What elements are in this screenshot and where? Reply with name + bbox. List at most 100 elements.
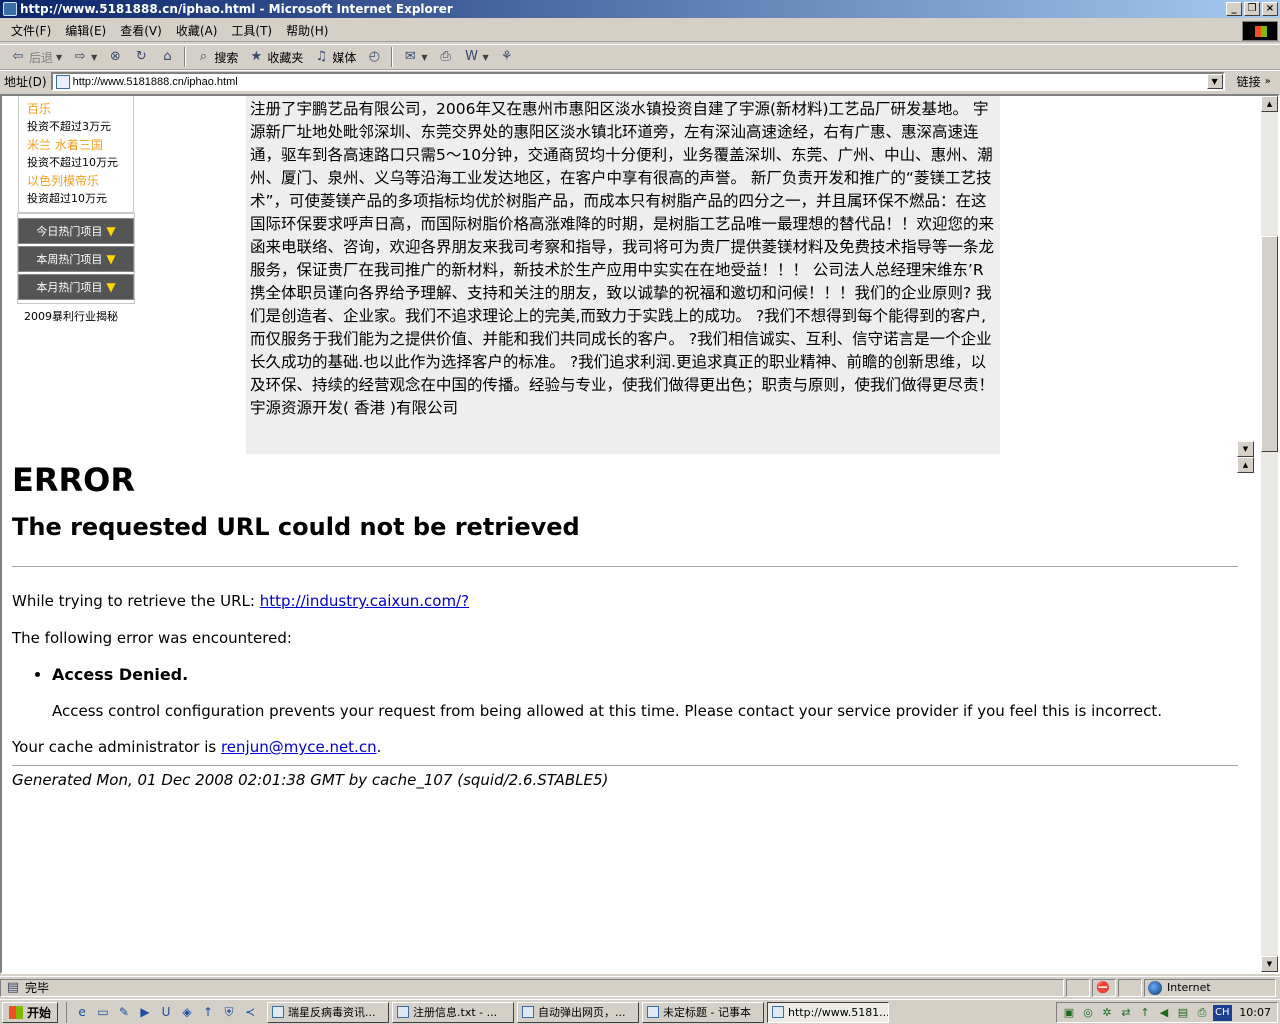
task-button[interactable]: 注册信息.txt - ...: [392, 1001, 515, 1023]
links-label[interactable]: 链接: [1237, 73, 1261, 90]
mail-dropdown-icon[interactable]: ▼: [421, 53, 427, 62]
toolbar-separator: [391, 47, 394, 67]
stop-icon: ⊗: [109, 49, 121, 64]
menu-edit[interactable]: 编辑(E): [58, 21, 113, 41]
print-icon: ⎙: [440, 49, 451, 64]
hot-week-button[interactable]: 本周热门项目 ▼: [18, 246, 134, 272]
popup-blocked-icon[interactable]: ⛔: [1092, 978, 1116, 997]
favorites-button[interactable]: ★ 收藏夹: [244, 46, 307, 68]
task-button-active[interactable]: http://www.5181...: [767, 1001, 890, 1023]
investment-range: 投资不超过10万元: [27, 156, 118, 169]
windows-flag-icon: [9, 1005, 23, 1019]
volume-icon[interactable]: ◀: [1156, 1005, 1172, 1021]
restore-button[interactable]: ❐: [1244, 2, 1260, 16]
investment-link[interactable]: 米兰 水着三国: [27, 136, 133, 154]
back-dropdown-icon[interactable]: ▼: [56, 53, 62, 62]
access-denied: Access Denied.: [52, 665, 1238, 685]
ie-quicklaunch-icon[interactable]: e: [73, 1003, 91, 1021]
history-button[interactable]: ◴: [362, 46, 386, 68]
hot-today-button[interactable]: 今日热门项目 ▼: [18, 218, 134, 244]
investment-list: 百乐 投资不超过3万元 米兰 水着三国 投资不超过10万元 以色列模帝乐 投资超…: [18, 96, 134, 213]
monitor-icon[interactable]: ▤: [1175, 1005, 1191, 1021]
edit-dropdown-icon[interactable]: ▼: [483, 53, 489, 62]
forward-dropdown-icon[interactable]: ▼: [91, 53, 97, 62]
notepad-icon: [647, 1006, 660, 1018]
forward-button[interactable]: ⇨ ▼: [68, 46, 101, 68]
minimize-button[interactable]: _: [1226, 2, 1242, 16]
menu-help[interactable]: 帮助(H): [279, 21, 335, 41]
investment-link[interactable]: 百乐: [27, 100, 133, 118]
close-button[interactable]: ×: [1262, 2, 1278, 16]
back-arrow-icon: ⇦: [12, 49, 24, 64]
links-chevron-icon[interactable]: »: [1265, 76, 1271, 87]
task-button[interactable]: 未定标题 - 记事本: [642, 1001, 765, 1023]
security-icon[interactable]: ⛨: [220, 1003, 238, 1021]
home-icon: ⌂: [163, 49, 172, 64]
hot-month-button[interactable]: 本月热门项目 ▼: [18, 274, 134, 300]
upload-tray-icon[interactable]: ↑: [1137, 1005, 1153, 1021]
start-button[interactable]: 开始: [2, 1001, 59, 1023]
company-text: 注册了宇鹏艺品有限公司，2006年又在惠州市惠阳区淡水镇投资自建了宇源(新材料)…: [250, 100, 995, 417]
generated-line: Generated Mon, 01 Dec 2008 02:01:38 GMT …: [12, 771, 609, 789]
network-icon[interactable]: ▣: [1061, 1005, 1077, 1021]
notepad-icon[interactable]: ✎: [115, 1003, 133, 1021]
address-url[interactable]: http://www.5181888.cn/iphao.html: [73, 76, 238, 88]
address-input[interactable]: http://www.5181888.cn/iphao.html ▼: [50, 72, 1225, 91]
error-list: Access Denied.: [12, 665, 1238, 685]
inner-frame-scrollbar[interactable]: ▼ ▲: [1237, 441, 1254, 474]
status-blank: [1066, 978, 1090, 997]
scroll-up-icon[interactable]: ▲: [1261, 96, 1278, 112]
refresh-icon: ↻: [135, 49, 147, 64]
u-app-icon[interactable]: U: [157, 1003, 175, 1021]
messenger-button[interactable]: ⚘: [495, 46, 519, 68]
menu-view[interactable]: 查看(V): [113, 21, 169, 41]
system-tray: ▣ ◎ ✲ ⇄ ↑ ◀ ▤ ⎙ CH 10:07: [1056, 1002, 1278, 1023]
hot-projects: 今日热门项目 ▼ 本周热门项目 ▼ 本月热门项目 ▼: [17, 213, 135, 304]
menu-file[interactable]: 文件(F): [4, 21, 58, 41]
scroll-up-icon[interactable]: ▲: [1237, 457, 1254, 473]
edit-button[interactable]: W ▼: [460, 46, 493, 68]
task-button[interactable]: 瑞星反病毒资讯...: [267, 1001, 390, 1023]
menu-favorites[interactable]: 收藏(A): [169, 21, 225, 41]
mail-button[interactable]: ✉ ▼: [398, 46, 431, 68]
menu-tools[interactable]: 工具(T): [224, 21, 279, 41]
printer-icon[interactable]: ⎙: [1194, 1005, 1210, 1021]
connection-icon[interactable]: ⇄: [1118, 1005, 1134, 1021]
security-zone: Internet: [1144, 978, 1276, 997]
scroll-down-icon[interactable]: ▼: [1261, 956, 1278, 972]
investment-range: 投资不超过3万元: [27, 120, 111, 133]
print-button[interactable]: ⎙: [434, 46, 458, 68]
antivirus-icon[interactable]: ◎: [1080, 1005, 1096, 1021]
refresh-button[interactable]: ↻: [129, 46, 153, 68]
scroll-down-icon[interactable]: ▼: [1237, 441, 1254, 457]
media-button[interactable]: ♫ 媒体: [309, 46, 360, 68]
upload-icon[interactable]: ↑: [199, 1003, 217, 1021]
input-language[interactable]: CH: [1213, 1004, 1232, 1021]
search-button[interactable]: ⌕ 搜索: [191, 46, 242, 68]
quick-launch: e ▭ ✎ ▶ U ◈ ↑ ⛨ ≺: [66, 1001, 259, 1023]
arrow-icon[interactable]: ≺: [241, 1003, 259, 1021]
history-icon: ◴: [368, 49, 381, 64]
investment-link[interactable]: 以色列模帝乐: [27, 172, 133, 190]
status-bar: ▤ 完毕 ⛔ Internet: [0, 976, 1280, 998]
scroll-thumb[interactable]: [1261, 236, 1278, 452]
shield-icon[interactable]: ◈: [178, 1003, 196, 1021]
task-button[interactable]: 自动弹出网页，...: [517, 1001, 640, 1023]
desktop-icon[interactable]: ▭: [94, 1003, 112, 1021]
page-scrollbar[interactable]: ▲ ▼: [1261, 96, 1278, 972]
failed-url-link[interactable]: http://industry.caixun.com/?: [260, 592, 469, 610]
home-button[interactable]: ⌂: [155, 46, 179, 68]
stop-button[interactable]: ⊗: [103, 46, 127, 68]
address-dropdown-icon[interactable]: ▼: [1206, 74, 1223, 89]
status-text-area: ▤ 完毕: [0, 978, 1064, 997]
secret-industry-link[interactable]: 2009暴利行业揭秘: [18, 308, 138, 324]
admin-email-link[interactable]: renjun@myce.net.cn: [221, 738, 377, 756]
error-subheading: The requested URL could not be retrieved: [12, 513, 580, 541]
settings-icon[interactable]: ✲: [1099, 1005, 1115, 1021]
triangle-down-icon: ▼: [106, 252, 116, 266]
error-detail: Access control configuration prevents yo…: [52, 702, 1163, 720]
back-button[interactable]: ⇦ 后退 ▼: [6, 46, 66, 68]
mail-icon: ✉: [404, 49, 416, 64]
media-player-icon[interactable]: ▶: [136, 1003, 154, 1021]
divider: [12, 566, 1238, 567]
